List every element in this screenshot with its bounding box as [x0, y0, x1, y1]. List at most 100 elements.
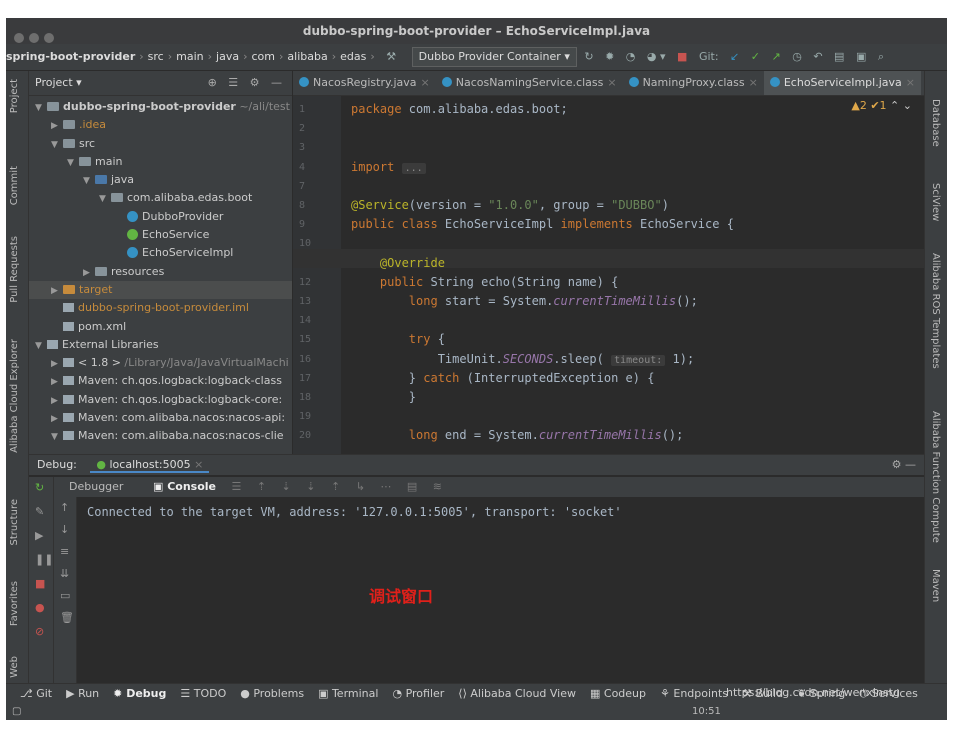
- chevron-right-icon[interactable]: ▶: [51, 355, 63, 372]
- project-structure-icon[interactable]: ▤: [834, 44, 844, 70]
- tool-project[interactable]: Project: [9, 79, 20, 113]
- tree-node[interactable]: ▼ java: [29, 171, 292, 189]
- tree-node[interactable]: DubboProvider: [29, 208, 292, 226]
- stop-debug-icon[interactable]: ■: [35, 577, 45, 590]
- tool-alibaba-ros-templates[interactable]: Alibaba ROS Templates: [930, 253, 941, 369]
- code-line[interactable]: try {: [351, 332, 445, 346]
- code-line[interactable]: long start = System.currentTimeMillis();: [351, 294, 698, 308]
- breadcrumb-item[interactable]: com: [252, 44, 276, 70]
- tree-node[interactable]: ▶ Maven: ch.qos.logback:logback-core:: [29, 391, 292, 409]
- run-icon[interactable]: ↻: [584, 44, 593, 70]
- tree-node[interactable]: dubbo-spring-boot-provider.iml: [29, 299, 292, 317]
- chevron-down-icon[interactable]: ▼: [35, 99, 47, 116]
- inspection-widget[interactable]: ▲2 ✔1 ⌃ ⌄: [851, 99, 912, 112]
- tool-maven[interactable]: Maven: [930, 569, 941, 602]
- tool-profiler[interactable]: ◔ Profiler: [392, 684, 444, 704]
- tree-node[interactable]: ▼ Maven: com.alibaba.nacos:nacos-clie: [29, 427, 292, 445]
- close-icon[interactable]: ×: [607, 76, 616, 89]
- print-icon[interactable]: ▭: [60, 589, 70, 602]
- breadcrumb[interactable]: spring-boot-provider › src › main › java › com › a…: [6, 50, 379, 63]
- tool-alibaba-cloud-view[interactable]: ⟨⟩ Alibaba Cloud View: [458, 684, 576, 704]
- tool-codeup[interactable]: ▦ Codeup: [590, 684, 646, 704]
- chevron-down-icon[interactable]: ▼: [99, 190, 111, 207]
- rerun-icon[interactable]: ↻: [35, 481, 44, 494]
- close-icon[interactable]: ×: [749, 76, 758, 89]
- git-push-icon[interactable]: ↗: [771, 44, 780, 70]
- editor-tab[interactable]: EchoServiceImpl.java ×: [763, 71, 921, 95]
- view-breakpoints-icon[interactable]: ●: [35, 601, 45, 614]
- tool-todo[interactable]: ☰ TODO: [180, 684, 226, 704]
- code-line[interactable]: long end = System.currentTimeMillis();: [351, 428, 684, 442]
- editor-tab[interactable]: NacosRegistry.java ×: [293, 71, 436, 95]
- tool-debug[interactable]: ✹ Debug: [113, 684, 166, 704]
- tree-node[interactable]: ▶ Maven: ch.qos.logback:logback-class: [29, 372, 292, 390]
- tool-commit[interactable]: Commit: [9, 166, 20, 205]
- chevron-right-icon[interactable]: ▶: [51, 117, 63, 134]
- scroll-to-end-icon[interactable]: ⇊: [60, 567, 69, 580]
- status-layout-icon[interactable]: ▢: [12, 704, 21, 720]
- chevron-down-icon[interactable]: ▼: [35, 337, 47, 354]
- minimize-window-button[interactable]: [29, 33, 39, 43]
- run-config-dropdown[interactable]: Dubbo Provider Container ▾: [411, 47, 577, 67]
- debug-session-tab[interactable]: ● localhost:5005 ×: [90, 458, 210, 473]
- chevron-right-icon[interactable]: ▶: [51, 392, 63, 409]
- hammer-icon[interactable]: ⚒: [386, 44, 396, 70]
- tool-alibaba-function-compute[interactable]: Alibaba Function Compute: [930, 411, 941, 543]
- code-area[interactable]: package com.alibaba.edas.boot; import ...…: [351, 96, 924, 454]
- tool-problems[interactable]: ● Problems: [240, 684, 304, 704]
- chevron-right-icon[interactable]: ▶: [51, 282, 63, 299]
- history-icon[interactable]: ◷: [792, 44, 802, 70]
- tree-node[interactable]: ▼ com.alibaba.edas.boot: [29, 189, 292, 207]
- tree-node[interactable]: ▼ main: [29, 153, 292, 171]
- tool-git[interactable]: ⎇ Git: [20, 684, 52, 704]
- code-line[interactable]: @Override: [351, 256, 445, 270]
- tool-sciview[interactable]: SciView: [930, 183, 941, 221]
- tool-run[interactable]: ▶ Run: [66, 684, 99, 704]
- tool-pull-requests[interactable]: Pull Requests: [9, 236, 20, 303]
- tree-node[interactable]: ▶ target: [29, 280, 292, 300]
- breadcrumb-item[interactable]: spring-boot-provider: [6, 44, 135, 70]
- tool-endpoints[interactable]: ⚘ Endpoints: [660, 684, 728, 704]
- tree-node[interactable]: ▶ Maven: com.alibaba.nacos:nacos-api:: [29, 409, 292, 427]
- coverage-icon[interactable]: ◕ ▾: [647, 44, 666, 70]
- git-update-icon[interactable]: ↙: [730, 44, 739, 70]
- code-line[interactable]: TimeUnit.SECONDS.sleep( timeout: 1);: [351, 352, 694, 366]
- chevron-right-icon[interactable]: ▶: [51, 410, 63, 427]
- tab-debugger[interactable]: Debugger: [69, 480, 123, 493]
- tool-web[interactable]: Web: [9, 656, 20, 678]
- tree-node[interactable]: ▶ .idea: [29, 116, 292, 134]
- chevron-down-icon[interactable]: ▼: [67, 154, 79, 171]
- project-panel-header[interactable]: Project ▾ ⊕ ☰ ⚙ —: [29, 71, 292, 96]
- stop-icon[interactable]: ■: [677, 44, 687, 70]
- profile-icon[interactable]: ◔: [626, 44, 636, 70]
- breadcrumb-item[interactable]: src: [148, 44, 164, 70]
- scroll-up-icon[interactable]: ↑: [60, 501, 69, 514]
- breadcrumb-item[interactable]: main: [176, 44, 203, 70]
- editor-tab[interactable]: NamingProxy.class ×: [623, 71, 764, 95]
- close-window-button[interactable]: [14, 33, 24, 43]
- settings-wrench-icon[interactable]: ✎: [35, 505, 44, 518]
- tool-terminal[interactable]: ▣ Terminal: [318, 684, 378, 704]
- tab-console[interactable]: ▣ Console: [153, 480, 216, 493]
- scroll-down-icon[interactable]: ↓: [60, 523, 69, 536]
- debug-settings-icon[interactable]: ⚙ —: [892, 455, 916, 475]
- tool-structure[interactable]: Structure: [9, 499, 20, 546]
- debug-step-icons[interactable]: ☰ ⇡ ⇣ ⇣ ⇡ ↳ ⋯ ▤ ≋: [231, 480, 448, 493]
- tree-node[interactable]: ▼ External Libraries: [29, 336, 292, 354]
- code-line[interactable]: }: [351, 390, 416, 404]
- mute-breakpoints-icon[interactable]: ⊘: [35, 625, 44, 638]
- debug-icon[interactable]: ✹: [605, 44, 614, 70]
- breadcrumb-item[interactable]: edas: [340, 44, 366, 70]
- tree-node[interactable]: ▼ dubbo-spring-boot-provider ~/ali/test: [29, 98, 292, 116]
- breadcrumb-item[interactable]: alibaba: [287, 44, 327, 70]
- project-panel-actions[interactable]: ⊕ ☰ ⚙ —: [208, 71, 286, 95]
- code-line[interactable]: } catch (InterruptedException e) {: [351, 371, 655, 385]
- close-icon[interactable]: ×: [906, 76, 915, 89]
- tool-database[interactable]: Database: [930, 99, 941, 147]
- tree-node[interactable]: EchoService: [29, 226, 292, 244]
- pause-icon[interactable]: ❚❚: [35, 553, 53, 566]
- zoom-window-button[interactable]: [44, 33, 54, 43]
- editor-tab[interactable]: NacosNamingService.class ×: [436, 71, 623, 95]
- code-line[interactable]: import ...: [351, 160, 426, 174]
- clear-all-icon[interactable]: 🗑: [60, 611, 74, 624]
